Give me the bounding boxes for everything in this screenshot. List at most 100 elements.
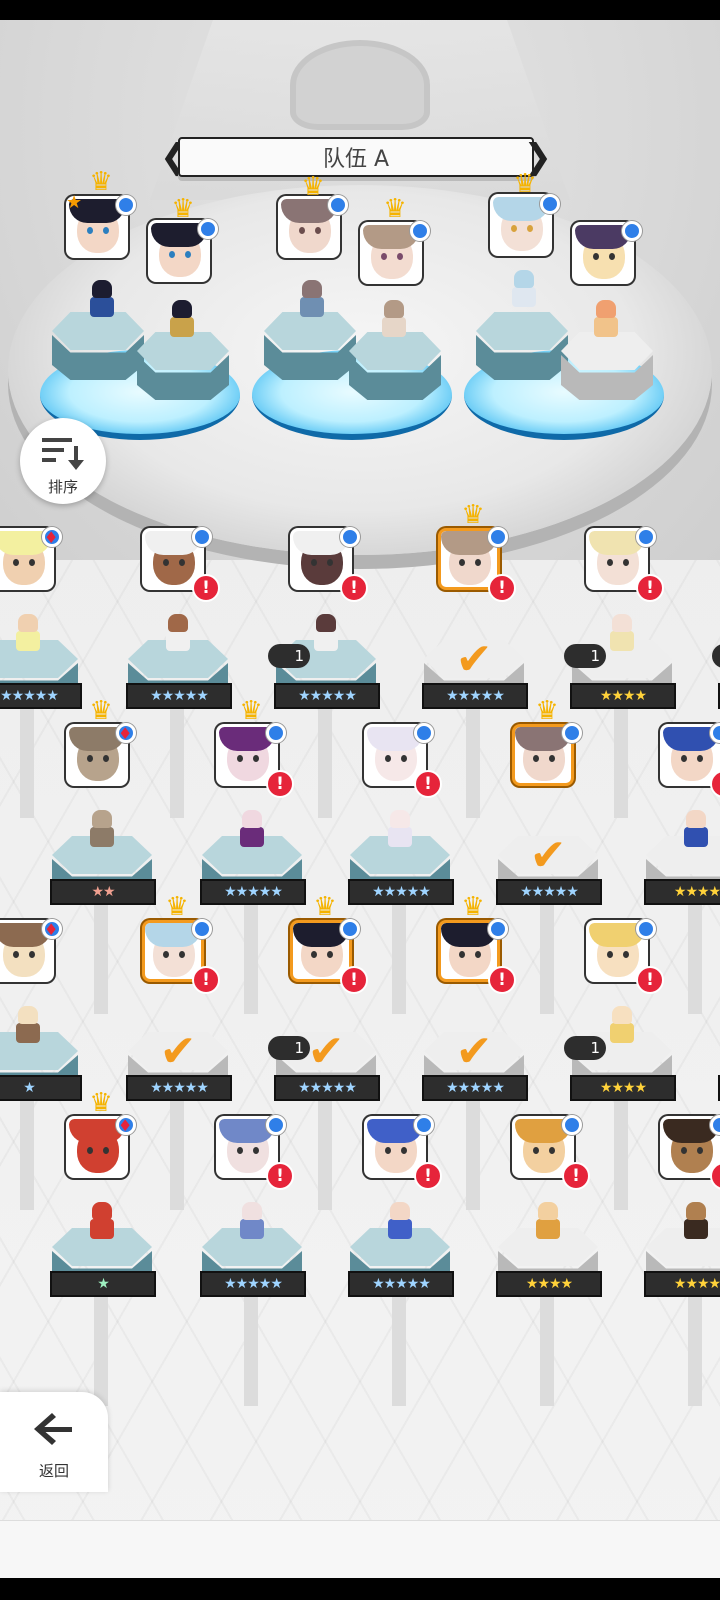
hero-sprite[interactable] (8, 614, 48, 654)
star-rating: ★★★★ (570, 1075, 676, 1101)
hero-sprite[interactable] (8, 1006, 48, 1046)
star-rating: ★★★★★ (496, 879, 602, 905)
star-rating: ★★★★ (496, 1271, 602, 1297)
pedestal-pole (170, 698, 184, 818)
favorite-star-icon: ★ (66, 192, 83, 213)
pedestal-pole (688, 894, 702, 1014)
crown-icon: ♛ (313, 892, 337, 922)
hero-sprite[interactable] (380, 1202, 420, 1242)
alert-badge: ! (340, 966, 368, 994)
hero-sprite[interactable] (82, 1202, 122, 1242)
hero-sprite[interactable] (232, 810, 272, 850)
star-rating: ★★ (50, 879, 156, 905)
star-rating: ★★★★★ (348, 1271, 454, 1297)
selected-check-icon: ✔ (529, 830, 567, 881)
info-dot-icon (192, 919, 212, 939)
info-dot-icon (540, 194, 560, 214)
alert-badge: ! (636, 574, 664, 602)
crown-icon: ♛ (535, 696, 559, 726)
team-pedestal[interactable] (349, 332, 441, 402)
pedestal-pole (20, 1090, 34, 1210)
alert-badge: ! (488, 574, 516, 602)
pedestal-pole (20, 698, 34, 818)
game-screen: ❮ 队伍 A ❯ ♛ ★ ♛ ♛ ♛ ♛ 排序 ★★★★★ ♦ ★★★★★ ! … (0, 0, 720, 1600)
alert-badge: ! (192, 966, 220, 994)
team-hero-sprite[interactable] (504, 270, 544, 310)
diamond-icon: ♦ (118, 724, 133, 743)
team-pedestal[interactable] (264, 312, 356, 382)
hero-sprite[interactable] (602, 1006, 642, 1046)
star-rating: ★★★★ (570, 683, 676, 709)
star-rating: ★★★★★ (274, 683, 380, 709)
crown-icon: ♛ (89, 1088, 113, 1118)
back-button[interactable]: 返回 (0, 1392, 108, 1492)
info-dot-icon (562, 1115, 582, 1135)
pedestal-pole (688, 1286, 702, 1406)
info-dot-icon (488, 919, 508, 939)
info-dot-icon (410, 221, 430, 241)
selected-check-icon: ✔ (455, 634, 493, 685)
pedestal-pole (170, 1090, 184, 1210)
hero-sprite[interactable] (676, 1202, 716, 1242)
team-selector: ❮ 队伍 A ❯ (160, 137, 552, 179)
alert-badge: ! (562, 1162, 590, 1190)
hero-sprite[interactable] (306, 614, 346, 654)
sort-icon (42, 438, 84, 470)
back-arrow-icon (34, 1413, 72, 1445)
info-dot-icon (414, 723, 434, 743)
pedestal-pole (614, 698, 628, 818)
hero-sprite[interactable] (676, 810, 716, 850)
star-rating: ★★★★★ (0, 683, 82, 709)
bottom-strip (0, 1520, 720, 1579)
info-dot-icon (340, 527, 360, 547)
star-rating: ★★★★ (644, 879, 720, 905)
team-hero-sprite[interactable] (374, 300, 414, 340)
hero-sprite[interactable] (158, 614, 198, 654)
pedestal-pole (244, 894, 258, 1014)
info-dot-icon (116, 195, 136, 215)
info-dot-icon (636, 919, 656, 939)
pedestal-pole (392, 1286, 406, 1406)
pedestal-pole (466, 1090, 480, 1210)
info-dot-icon (622, 221, 642, 241)
arena-crest-emblem (290, 40, 430, 130)
selected-check-icon: ✔ (159, 1026, 197, 1077)
diamond-icon: ♦ (44, 920, 59, 939)
team-pedestal[interactable] (52, 312, 144, 382)
selected-check-icon: ✔ (455, 1026, 493, 1077)
crown-icon: ♛ (89, 167, 113, 197)
crown-icon: ♛ (383, 194, 407, 224)
pedestal-pole (94, 1286, 108, 1406)
pedestal-pole (392, 894, 406, 1014)
info-dot-icon (328, 195, 348, 215)
hero-sprite[interactable] (602, 614, 642, 654)
team-pedestal[interactable] (561, 332, 653, 402)
info-dot-icon (414, 1115, 434, 1135)
team-hero-sprite[interactable] (292, 280, 332, 320)
hero-sprite[interactable] (380, 810, 420, 850)
pedestal-pole (244, 1286, 258, 1406)
hero-sprite[interactable] (82, 810, 122, 850)
hero-sprite[interactable] (232, 1202, 272, 1242)
alert-badge: ! (266, 1162, 294, 1190)
star-rating: ★★★★★ (422, 683, 528, 709)
duplicate-count-badge: 1 (268, 1036, 310, 1060)
crown-icon: ♛ (171, 194, 195, 224)
star-rating: ★ (0, 1075, 82, 1101)
star-rating: ★★★★★ (126, 1075, 232, 1101)
team-hero-sprite[interactable] (162, 300, 202, 340)
team-hero-sprite[interactable] (586, 300, 626, 340)
star-rating: ★★★★ (644, 1271, 720, 1297)
duplicate-count-badge: 1 (564, 1036, 606, 1060)
hero-sprite[interactable] (528, 1202, 568, 1242)
star-rating: ★★★★★ (348, 879, 454, 905)
team-hero-sprite[interactable] (82, 280, 122, 320)
duplicate-count-badge: 1 (268, 644, 310, 668)
sort-button[interactable]: 排序 (20, 418, 106, 504)
team-pedestal[interactable] (137, 332, 229, 402)
alert-badge: ! (636, 966, 664, 994)
team-pedestal[interactable] (476, 312, 568, 382)
info-dot-icon (488, 527, 508, 547)
info-dot-icon (340, 919, 360, 939)
star-rating: ★★★★★ (274, 1075, 380, 1101)
